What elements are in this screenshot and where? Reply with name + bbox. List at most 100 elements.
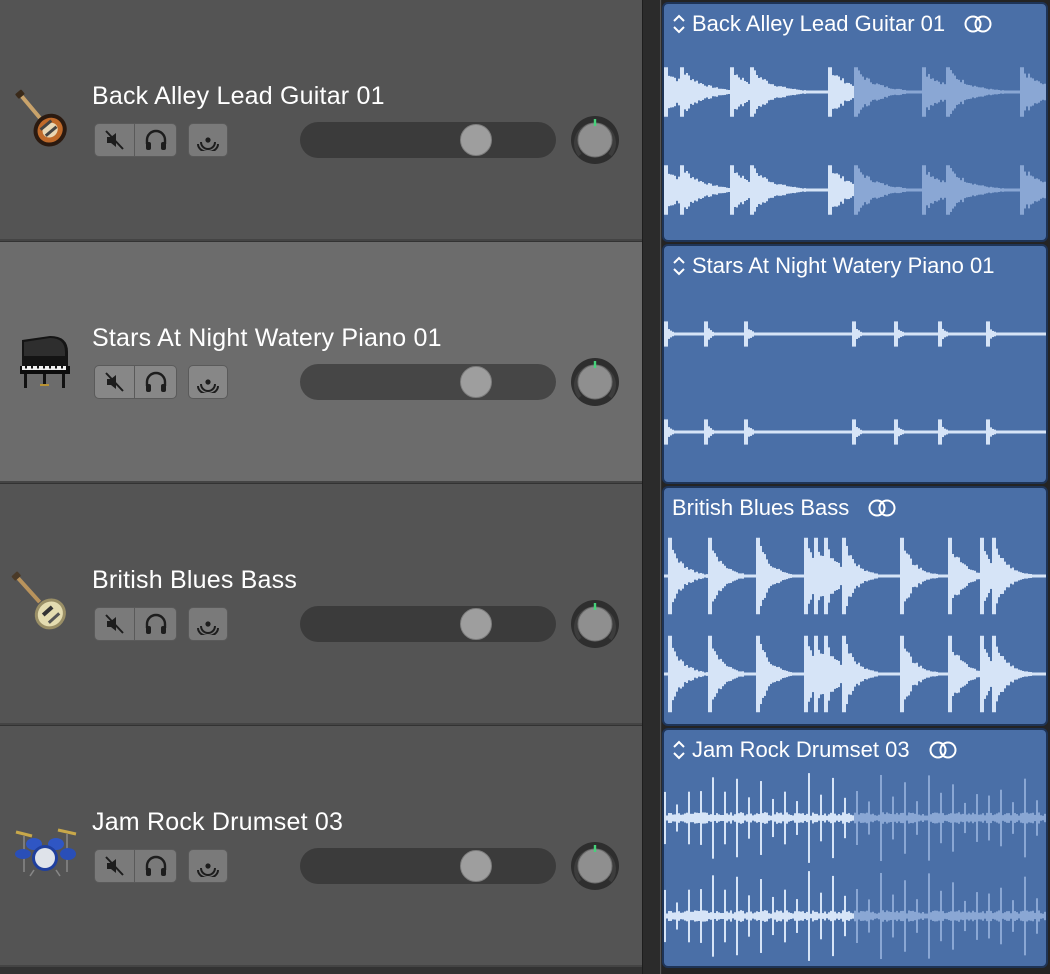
waveform-sample — [670, 76, 672, 108]
volume-slider[interactable] — [300, 606, 556, 642]
waveform-sample — [746, 179, 748, 201]
mute-button[interactable] — [94, 607, 135, 641]
waveform-sample — [712, 185, 714, 195]
mute-button[interactable] — [94, 123, 135, 157]
audio-region-bass[interactable]: British Blues Bass — [662, 486, 1048, 726]
waveform-sample — [766, 80, 768, 104]
waveform-sample — [754, 70, 756, 114]
waveform-sample — [830, 910, 832, 922]
waveform-sample — [686, 812, 688, 824]
waveform-sample — [714, 87, 716, 97]
pan-knob[interactable] — [570, 599, 620, 649]
waveform-sample — [730, 569, 732, 583]
waveform-sample — [782, 332, 784, 336]
waveform-sample — [926, 76, 928, 108]
audio-region-piano[interactable]: Stars At Night Watery Piano 01 — [662, 244, 1048, 484]
waveform-sample — [914, 663, 916, 685]
waveform-sample — [996, 548, 998, 604]
track-headers-panel: Back Alley Lead Guitar 01 Stars At Night… — [0, 0, 642, 974]
waveform-sample — [804, 90, 806, 94]
waveform-sample — [738, 332, 740, 336]
waveform-sample — [966, 84, 968, 100]
waveform-sample — [682, 67, 684, 117]
panel-divider[interactable] — [642, 0, 662, 974]
pan-knob[interactable] — [570, 357, 620, 407]
input-monitor-button[interactable] — [188, 123, 228, 157]
waveform-sample — [854, 165, 856, 215]
track-header-bass[interactable]: British Blues Bass — [0, 484, 642, 725]
solo-button[interactable] — [135, 607, 177, 641]
volume-slider[interactable] — [300, 122, 556, 158]
waveform-sample — [876, 815, 878, 821]
input-monitor-button[interactable] — [188, 607, 228, 641]
waveform-sample — [870, 332, 872, 336]
updown-chevron-icon[interactable] — [672, 13, 686, 35]
solo-button[interactable] — [135, 123, 177, 157]
waveform-sample — [898, 672, 900, 676]
waveform-sample — [742, 332, 744, 336]
pan-knob[interactable] — [570, 841, 620, 891]
waveform-sample — [826, 332, 828, 336]
waveform-sample — [862, 813, 864, 823]
track-header-drums[interactable]: Jam Rock Drumset 03 — [0, 726, 642, 967]
waveform-sample — [772, 567, 774, 585]
audio-region-drums[interactable]: Jam Rock Drumset 03 — [662, 728, 1048, 968]
waveform-sample — [1008, 564, 1010, 588]
track-name[interactable]: Back Alley Lead Guitar 01 — [92, 82, 385, 111]
waveform-sample — [1040, 181, 1042, 199]
waveform-sample — [776, 430, 778, 434]
track-header-piano[interactable]: Stars At Night Watery Piano 01 — [0, 242, 642, 483]
waveform-sample — [1034, 332, 1036, 336]
input-monitor-button[interactable] — [188, 365, 228, 399]
audio-region-lead-guitar[interactable]: Back Alley Lead Guitar 01 — [662, 2, 1048, 242]
waveform-sample — [816, 537, 818, 615]
mute-button[interactable] — [94, 849, 135, 883]
waveform-sample — [934, 671, 936, 677]
volume-slider-thumb[interactable] — [460, 608, 493, 640]
waveform-sample — [824, 332, 826, 336]
waveform-sample — [726, 911, 728, 921]
waveform-sample — [776, 184, 778, 196]
waveform-sample — [812, 812, 814, 824]
volume-slider-thumb[interactable] — [460, 850, 493, 882]
waveform-sample — [922, 332, 924, 336]
waveform-sample — [744, 672, 746, 676]
waveform-sample — [980, 912, 982, 920]
waveform-sample — [966, 814, 968, 822]
solo-button[interactable] — [135, 849, 177, 883]
waveform-sample — [888, 672, 890, 676]
waveform-sample — [866, 570, 868, 582]
track-name[interactable]: Stars At Night Watery Piano 01 — [92, 324, 442, 353]
volume-slider-thumb[interactable] — [460, 124, 493, 156]
updown-chevron-icon[interactable] — [672, 255, 686, 277]
volume-slider[interactable] — [300, 364, 556, 400]
input-monitor-button[interactable] — [188, 849, 228, 883]
waveform-sample — [834, 659, 836, 689]
waveform-sample — [678, 430, 680, 434]
volume-slider-thumb[interactable] — [460, 366, 493, 398]
updown-chevron-icon[interactable] — [672, 739, 686, 761]
waveform-sample — [882, 332, 884, 336]
waveform-sample — [720, 430, 722, 434]
waveform-sample — [990, 563, 992, 589]
waveform-sample — [1016, 912, 1018, 920]
pan-knob[interactable] — [570, 115, 620, 165]
waveform-sample — [868, 332, 870, 336]
volume-slider[interactable] — [300, 848, 556, 884]
waveform-sample — [970, 430, 972, 434]
waveform-sample — [810, 332, 812, 336]
waveform-sample — [738, 573, 740, 579]
waveform-sample — [686, 332, 688, 336]
waveform-sample — [1014, 911, 1016, 921]
track-name[interactable]: Jam Rock Drumset 03 — [92, 808, 343, 837]
waveform-sample — [994, 814, 996, 822]
waveform-sample — [1018, 913, 1020, 919]
solo-button[interactable] — [135, 365, 177, 399]
track-name[interactable]: British Blues Bass — [92, 566, 297, 595]
waveform-sample — [752, 331, 754, 337]
mute-button[interactable] — [94, 365, 135, 399]
waveform-sample — [720, 186, 722, 194]
waveform-sample — [854, 910, 856, 922]
track-header-lead-guitar[interactable]: Back Alley Lead Guitar 01 — [0, 0, 642, 241]
waveform-sample — [1020, 67, 1022, 117]
